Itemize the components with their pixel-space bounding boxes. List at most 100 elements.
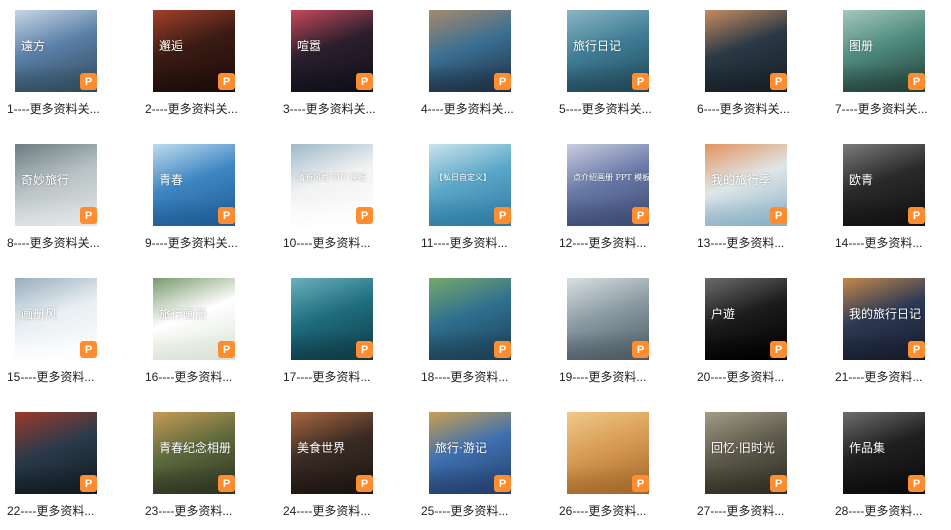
thumbnail-caption: 图册 (849, 39, 874, 53)
powerpoint-file-icon: P (632, 73, 649, 90)
powerpoint-file-icon: P (494, 207, 511, 224)
powerpoint-file-icon: P (770, 73, 787, 90)
file-item[interactable]: 邂逅 P 2----更多资料关... (145, 10, 263, 128)
powerpoint-letter: P (360, 343, 369, 356)
powerpoint-file-icon: P (80, 475, 97, 492)
file-name-label[interactable]: 24----更多资料... (283, 502, 370, 519)
file-name-label[interactable]: 27----更多资料... (697, 502, 784, 519)
file-name-label[interactable]: 28----更多资料... (835, 502, 922, 519)
file-item[interactable]: 青春纪念相册 P 23----更多资料... (145, 412, 263, 530)
powerpoint-letter: P (360, 75, 369, 88)
powerpoint-file-icon: P (218, 207, 235, 224)
thumbnail-caption: 点介绍画册 PPT 模板 (573, 173, 649, 182)
powerpoint-letter: P (222, 343, 231, 356)
file-item[interactable]: 遠方 P 1----更多资料关... (7, 10, 125, 128)
file-item[interactable]: 我的旅行日记 P 21----更多资料... (835, 278, 951, 396)
file-item[interactable]: 图册 P 7----更多资料关... (835, 10, 951, 128)
file-name-label[interactable]: 9----更多资料关... (145, 234, 238, 251)
thumbnail-caption: 旅行·游记 (435, 441, 487, 455)
thumbnail-caption: 青春 (159, 173, 184, 187)
thumbnail-caption: 我的旅行季 (711, 173, 772, 187)
file-name-label[interactable]: 7----更多资料关... (835, 100, 928, 117)
powerpoint-letter: P (774, 75, 783, 88)
file-item[interactable]: 喧嚣 P 3----更多资料关... (283, 10, 401, 128)
thumbnail-caption: 欧青 (849, 173, 874, 187)
file-name-label[interactable]: 23----更多资料... (145, 502, 232, 519)
file-item[interactable]: 旅行日记 P 5----更多资料关... (559, 10, 677, 128)
file-name-label[interactable]: 15----更多资料... (7, 368, 94, 385)
file-item[interactable]: 清新风格 PPT 模板 P 10----更多资料... (283, 144, 401, 262)
file-name-label[interactable]: 3----更多资料关... (283, 100, 376, 117)
powerpoint-letter: P (498, 75, 507, 88)
file-item[interactable]: 点介绍画册 PPT 模板 P 12----更多资料... (559, 144, 677, 262)
file-item[interactable]: P 22----更多资料... (7, 412, 125, 530)
file-name-label[interactable]: 19----更多资料... (559, 368, 646, 385)
powerpoint-letter: P (84, 75, 93, 88)
powerpoint-letter: P (774, 343, 783, 356)
file-name-label[interactable]: 20----更多资料... (697, 368, 784, 385)
powerpoint-file-icon: P (80, 341, 97, 358)
powerpoint-file-icon: P (356, 73, 373, 90)
file-item[interactable]: P 19----更多资料... (559, 278, 677, 396)
thumbnail-caption: 回忆·旧时光 (711, 441, 775, 455)
file-item[interactable]: 旅行·游记 P 25----更多资料... (421, 412, 539, 530)
file-name-label[interactable]: 12----更多资料... (559, 234, 646, 251)
file-name-label[interactable]: 17----更多资料... (283, 368, 370, 385)
powerpoint-file-icon: P (632, 475, 649, 492)
powerpoint-letter: P (912, 343, 921, 356)
powerpoint-letter: P (222, 209, 231, 222)
powerpoint-file-icon: P (356, 341, 373, 358)
file-name-label[interactable]: 6----更多资料关... (697, 100, 790, 117)
thumbnail-caption: 作品集 (849, 441, 886, 455)
file-name-label[interactable]: 4----更多资料关... (421, 100, 514, 117)
file-name-label[interactable]: 8----更多资料关... (7, 234, 100, 251)
file-item[interactable]: P 26----更多资料... (559, 412, 677, 530)
file-item[interactable]: 户遊 P 20----更多资料... (697, 278, 815, 396)
file-name-label[interactable]: 18----更多资料... (421, 368, 508, 385)
file-item[interactable]: 青春 P 9----更多资料关... (145, 144, 263, 262)
file-name-label[interactable]: 14----更多资料... (835, 234, 922, 251)
powerpoint-letter: P (912, 209, 921, 222)
file-name-label[interactable]: 21----更多资料... (835, 368, 922, 385)
file-name-label[interactable]: 13----更多资料... (697, 234, 784, 251)
file-item[interactable]: 旅行画册 P 16----更多资料... (145, 278, 263, 396)
thumbnail-caption: 邂逅 (159, 39, 184, 53)
file-item[interactable]: 奇妙旅行 P 8----更多资料关... (7, 144, 125, 262)
file-name-label[interactable]: 26----更多资料... (559, 502, 646, 519)
file-item[interactable]: 作品集 P 28----更多资料... (835, 412, 951, 530)
file-name-label[interactable]: 25----更多资料... (421, 502, 508, 519)
powerpoint-letter: P (498, 343, 507, 356)
file-item[interactable]: 欧青 P 14----更多资料... (835, 144, 951, 262)
thumbnail-caption: 【私日自定义】 (435, 173, 491, 182)
file-item[interactable]: P 4----更多资料关... (421, 10, 539, 128)
thumbnail-caption: 旅行日记 (573, 39, 622, 53)
file-name-label[interactable]: 22----更多资料... (7, 502, 94, 519)
powerpoint-letter: P (498, 477, 507, 490)
file-item[interactable]: 我的旅行季 P 13----更多资料... (697, 144, 815, 262)
file-name-label[interactable]: 10----更多资料... (283, 234, 370, 251)
file-grid: 遠方 P 1----更多资料关... 邂逅 P 2----更多资料关... 喧嚣 P 3----… (0, 0, 951, 526)
file-item[interactable]: P 17----更多资料... (283, 278, 401, 396)
powerpoint-letter: P (912, 75, 921, 88)
file-item[interactable]: P 6----更多资料关... (697, 10, 815, 128)
powerpoint-letter: P (636, 209, 645, 222)
powerpoint-file-icon: P (632, 341, 649, 358)
file-name-label[interactable]: 16----更多资料... (145, 368, 232, 385)
file-item[interactable]: 画册风 P 15----更多资料... (7, 278, 125, 396)
file-name-label[interactable]: 1----更多资料关... (7, 100, 100, 117)
file-name-label[interactable]: 11----更多资料... (421, 234, 507, 251)
file-item[interactable]: 美食世界 P 24----更多资料... (283, 412, 401, 530)
powerpoint-file-icon: P (494, 341, 511, 358)
powerpoint-file-icon: P (908, 475, 925, 492)
powerpoint-file-icon: P (908, 341, 925, 358)
powerpoint-file-icon: P (356, 475, 373, 492)
powerpoint-letter: P (498, 209, 507, 222)
powerpoint-letter: P (636, 75, 645, 88)
thumbnail-caption: 画册风 (21, 307, 58, 321)
file-item[interactable]: 【私日自定义】 P 11----更多资料... (421, 144, 539, 262)
powerpoint-file-icon: P (494, 73, 511, 90)
file-item[interactable]: 回忆·旧时光 P 27----更多资料... (697, 412, 815, 530)
file-name-label[interactable]: 2----更多资料关... (145, 100, 238, 117)
file-name-label[interactable]: 5----更多资料关... (559, 100, 652, 117)
file-item[interactable]: P 18----更多资料... (421, 278, 539, 396)
